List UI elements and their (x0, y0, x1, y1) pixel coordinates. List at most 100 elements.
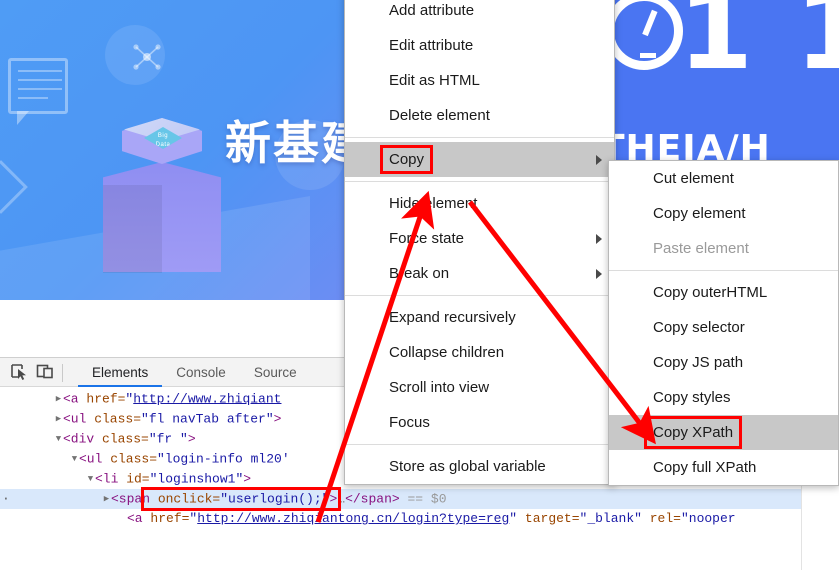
context-menu-label-expand-recursively: Expand recursively (389, 309, 516, 326)
chevron-right-icon[interactable]: ▶ (102, 489, 111, 509)
submenu-arrow-icon (596, 269, 602, 279)
dom-token-attr: href= (142, 511, 190, 526)
dom-token-attr: rel= (641, 511, 681, 526)
dom-token-attr: class= (102, 451, 158, 467)
dom-token-tag: <ul (63, 411, 87, 427)
context-menu-item-scroll-into-view[interactable]: Scroll into view (345, 370, 614, 405)
inspect-cursor-icon[interactable] (10, 363, 32, 383)
context-menu-item-force-state[interactable]: Force state (345, 221, 614, 256)
device-toolbar-icon[interactable] (36, 363, 58, 383)
chat-bubble-icon (8, 58, 68, 125)
copy-submenu-separator (609, 270, 838, 271)
copy-submenu-item-paste-element: Paste element (609, 231, 838, 266)
dom-token-val: "fl navTab after" (141, 411, 274, 427)
tab-console[interactable]: Console (162, 358, 240, 387)
dom-token-attr: onclick= (150, 491, 221, 507)
tab-sources-label: Source (253, 365, 297, 380)
copy-submenu-item-copy-xpath[interactable]: Copy XPath (609, 415, 838, 450)
context-menu-label-store-as-global-variable: Store as global variable (389, 458, 546, 475)
dom-token-attr: href= (78, 391, 126, 407)
copy-submenu-label-copy-styles: Copy styles (653, 389, 731, 406)
submenu-arrow-icon (596, 155, 602, 165)
dom-token-val: "fr " (148, 431, 188, 447)
context-menu-label-focus: Focus (389, 414, 430, 431)
copy-submenu-item-copy-styles[interactable]: Copy styles (609, 380, 838, 415)
chevron-decor-icon (0, 160, 28, 214)
copy-submenu-label-copy-element: Copy element (653, 205, 746, 222)
copy-submenu[interactable]: Cut element Copy element Paste element Copy… (608, 160, 839, 486)
copy-submenu-label-copy-outerhtml: Copy outerHTML (653, 284, 768, 301)
chevron-down-icon[interactable]: ▼ (86, 469, 95, 489)
context-menu-label-scroll-into-view: Scroll into view (389, 379, 490, 396)
dom-token-val: "nooper (680, 511, 736, 526)
context-menu-separator (345, 181, 614, 182)
tab-console-label: Console (176, 365, 226, 380)
dom-context-menu[interactable]: Add attribute Edit attribute Edit as HTML D… (344, 0, 615, 485)
screenshot-root: Big Data 新基建 1 1 THEIA/H Elements Consol… (0, 0, 839, 570)
dom-token-val: "_blank" (579, 511, 642, 526)
dom-token-tag: > (273, 411, 282, 427)
context-menu-item-copy[interactable]: Copy (345, 142, 614, 177)
context-menu-item-hide-element[interactable]: Hide element (345, 186, 614, 221)
context-menu-label-force-state: Force state (389, 230, 465, 247)
copy-submenu-item-copy-full-xpath[interactable]: Copy full XPath (609, 450, 838, 485)
context-menu-item-delete-element[interactable]: Delete element (345, 98, 614, 133)
context-menu-item-edit-as-html[interactable]: Edit as HTML (345, 63, 614, 98)
context-menu-separator (345, 295, 614, 296)
tab-elements[interactable]: Elements (78, 358, 162, 387)
isometric-tower-shade (103, 185, 162, 273)
context-menu-separator (345, 444, 614, 445)
dom-token-tag: > (187, 431, 196, 447)
dom-node-selected[interactable]: · ▶ <span onclick="userlogin();">…</span> … (0, 489, 839, 509)
copy-submenu-item-copy-js-path[interactable]: Copy JS path (609, 345, 838, 380)
copy-submenu-label-cut-element: Cut element (653, 170, 734, 187)
clock-dial-icon (605, 0, 683, 70)
context-menu-item-store-as-global-variable[interactable]: Store as global variable (345, 449, 614, 484)
chevron-right-icon[interactable]: ▶ (54, 409, 63, 429)
dom-token-tag: </span> (345, 491, 400, 507)
dom-token-val: "userlogin();" (220, 491, 330, 507)
dom-token-tag: <ul (79, 451, 103, 467)
context-menu-item-focus[interactable]: Focus (345, 405, 614, 440)
copy-submenu-label-copy-xpath: Copy XPath (653, 424, 734, 441)
context-menu-item-break-on[interactable]: Break on (345, 256, 614, 291)
context-menu-item-add-attribute[interactable]: Add attribute (345, 0, 614, 28)
copy-submenu-item-copy-outerhtml[interactable]: Copy outerHTML (609, 275, 838, 310)
dom-token-val: "loginshow1" (149, 471, 244, 487)
dom-token-tag: <li (95, 471, 119, 487)
tab-elements-label: Elements (92, 365, 149, 380)
devtools-tabs: Elements Console Source (78, 358, 311, 387)
submenu-arrow-icon (596, 234, 602, 244)
banner-big-number: 1 1 (678, 0, 839, 94)
context-menu-label-copy: Copy (389, 151, 425, 168)
dom-token-tag: <div (63, 431, 95, 447)
copy-submenu-label-paste-element: Paste element (653, 240, 749, 257)
dom-token-tag: > (243, 471, 252, 487)
dom-node[interactable]: <a href= "http://www.zhiqiantong.cn/login… (0, 509, 839, 529)
context-menu-label-break-on: Break on (389, 265, 450, 282)
chevron-right-icon[interactable]: ▶ (54, 389, 63, 409)
dom-token-link[interactable]: http://www.zhiqiantong.cn/login?type=reg (197, 511, 509, 526)
tab-sources[interactable]: Source (240, 358, 311, 387)
copy-submenu-item-copy-element[interactable]: Copy element (609, 196, 838, 231)
dom-token-link[interactable]: http://www.zhiqiant (133, 391, 281, 406)
copy-submenu-item-cut-element[interactable]: Cut element (609, 161, 838, 196)
dom-token-attr: id= (118, 471, 150, 487)
dom-token-attr: class= (94, 431, 149, 447)
context-menu-label-delete-element: Delete element (389, 107, 490, 124)
chevron-down-icon[interactable]: ▼ (54, 429, 63, 449)
selected-node-marker: · (2, 491, 10, 506)
copy-submenu-item-copy-selector[interactable]: Copy selector (609, 310, 838, 345)
context-menu-label-hide-element: Hide element (389, 195, 478, 212)
dom-token-tag: <a (63, 391, 79, 407)
dom-token-attr: target= (517, 511, 580, 526)
context-menu-label-edit-attribute: Edit attribute (389, 37, 474, 54)
copy-submenu-label-copy-full-xpath: Copy full XPath (653, 459, 757, 476)
context-menu-item-edit-attribute[interactable]: Edit attribute (345, 28, 614, 63)
context-menu-item-collapse-children[interactable]: Collapse children (345, 335, 614, 370)
dom-token-attr: class= (86, 411, 142, 427)
chevron-down-icon[interactable]: ▼ (70, 449, 79, 469)
network-node-icon (132, 42, 162, 72)
context-menu-item-expand-recursively[interactable]: Expand recursively (345, 300, 614, 335)
context-menu-label-add-attribute: Add attribute (389, 2, 475, 19)
